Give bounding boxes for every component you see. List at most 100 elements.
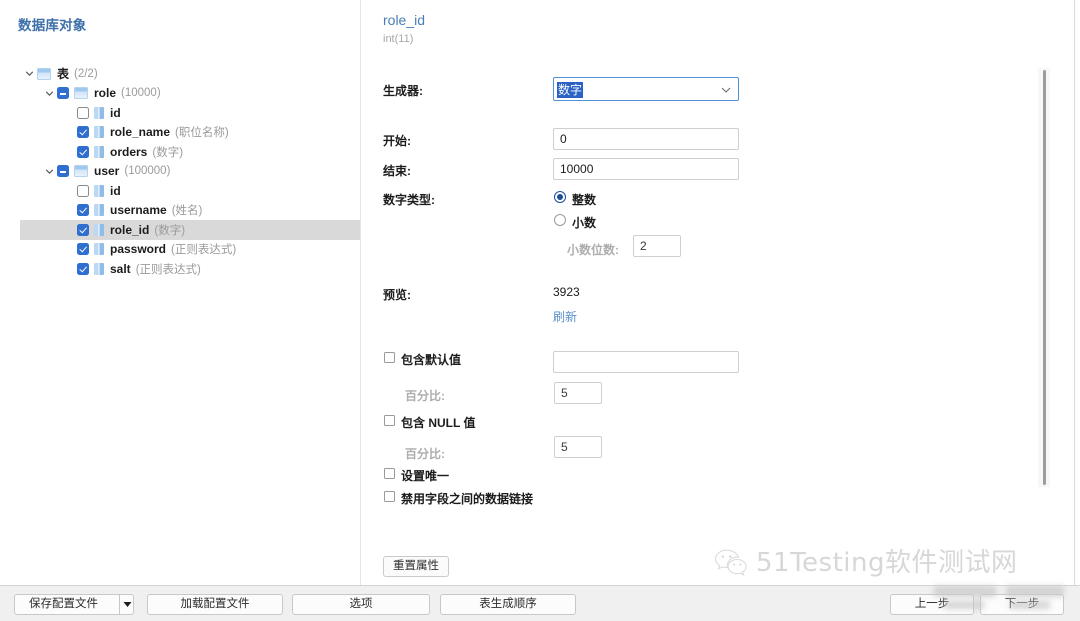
tree-node-label: role_id — [110, 223, 149, 237]
table-icon — [74, 87, 88, 99]
tree-checkbox-role[interactable] — [57, 87, 69, 99]
tree-node-orders[interactable]: orders (数字) — [0, 142, 360, 162]
bottom-toolbar: 保存配置文件 加载配置文件 选项 表生成顺序 上一步 下一步 — [0, 585, 1080, 621]
default-percent-input[interactable] — [554, 382, 602, 404]
default-percent-label: 百分比: — [405, 387, 445, 404]
tree-node-label: salt — [110, 262, 131, 276]
column-icon — [94, 204, 104, 216]
tree-checkbox-password[interactable] — [77, 243, 89, 255]
column-icon — [94, 243, 104, 255]
null-percent-input[interactable] — [554, 436, 602, 458]
tree-node-meta: (姓名) — [172, 202, 203, 218]
tree-checkbox-username[interactable] — [77, 204, 89, 216]
tree-checkbox-role_name[interactable] — [77, 126, 89, 138]
next-step-button[interactable]: 下一步 — [980, 594, 1064, 615]
tree-node-meta: (正则表达式) — [171, 241, 236, 257]
column-icon — [94, 185, 104, 197]
save-config-button[interactable]: 保存配置文件 — [14, 594, 134, 615]
tree-node-meta: (10000) — [121, 87, 161, 99]
column-icon — [94, 146, 104, 158]
column-icon — [94, 224, 104, 236]
radio-integer-label: 整数 — [572, 191, 596, 208]
tree-node-user[interactable]: user (100000) — [0, 162, 360, 182]
tree-node-id[interactable]: id — [0, 181, 360, 201]
generator-label: 生成器: — [383, 82, 423, 99]
tree-node-password[interactable]: password (正则表达式) — [0, 240, 360, 260]
refresh-link[interactable]: 刷新 — [553, 308, 577, 325]
tree-node-表[interactable]: 表 (2/2) — [0, 64, 360, 84]
decimal-places-input[interactable] — [633, 235, 681, 257]
generator-select[interactable]: 数字 — [553, 77, 739, 101]
tree-node-meta: (100000) — [124, 165, 170, 177]
chevron-down-icon[interactable] — [42, 167, 57, 176]
include-null-checkbox[interactable] — [384, 415, 395, 426]
field-type-subheading: int(11) — [383, 33, 413, 45]
tree-node-meta: (数字) — [154, 222, 185, 238]
sql-data-generator-window: 数据库对象 表(2/2)role(10000)idrole_name(职位名称)… — [0, 0, 1080, 621]
tree-node-label: orders — [110, 145, 147, 159]
tree-node-meta: (2/2) — [74, 68, 98, 80]
tree-checkbox-orders[interactable] — [77, 146, 89, 158]
chevron-down-icon[interactable] — [22, 69, 37, 78]
include-null-label: 包含 NULL 值 — [401, 414, 475, 431]
tree-checkbox-role_id[interactable] — [77, 224, 89, 236]
database-object-tree[interactable]: 表(2/2)role(10000)idrole_name(职位名称)orders… — [0, 64, 360, 279]
radio-decimal-label: 小数 — [572, 214, 596, 231]
field-name-heading: role_id — [383, 12, 425, 28]
tree-node-role_name[interactable]: role_name (职位名称) — [0, 123, 360, 143]
tree-node-username[interactable]: username(姓名) — [0, 201, 360, 221]
chevron-down-icon[interactable] — [42, 89, 57, 98]
column-icon — [94, 107, 104, 119]
table-generation-order-button[interactable]: 表生成顺序 — [440, 594, 576, 615]
tree-node-meta: (数字) — [152, 144, 183, 160]
tree-node-label: id — [110, 184, 121, 198]
tree-checkbox-salt[interactable] — [77, 263, 89, 275]
set-unique-checkbox[interactable] — [384, 468, 395, 479]
column-icon — [94, 126, 104, 138]
radio-integer[interactable] — [554, 191, 566, 203]
tree-node-role[interactable]: role (10000) — [0, 84, 360, 104]
preview-value: 3923 — [553, 285, 580, 299]
tree-node-label: password — [110, 242, 166, 256]
load-config-button[interactable]: 加载配置文件 — [147, 594, 283, 615]
include-default-checkbox[interactable] — [384, 352, 395, 363]
options-button[interactable]: 选项 — [292, 594, 430, 615]
tree-node-label: user — [94, 164, 119, 178]
start-label: 开始: — [383, 132, 411, 149]
tree-node-meta: (职位名称) — [175, 124, 229, 140]
table-icon — [74, 165, 88, 177]
decimal-places-label: 小数位数: — [567, 241, 619, 258]
caret-down-icon — [123, 601, 132, 608]
include-default-label: 包含默认值 — [401, 351, 461, 368]
database-objects-panel: 数据库对象 表(2/2)role(10000)idrole_name(职位名称)… — [0, 0, 360, 585]
tree-checkbox-id[interactable] — [77, 107, 89, 119]
form-scrollbar-thumb[interactable] — [1043, 70, 1046, 485]
disable-field-link-label: 禁用字段之间的数据链接 — [401, 490, 533, 507]
start-input[interactable] — [553, 128, 739, 150]
table-group-icon — [37, 68, 51, 80]
tree-node-meta: (正则表达式) — [136, 261, 201, 277]
tree-node-label: 表 — [57, 65, 69, 82]
tree-node-label: id — [110, 106, 121, 120]
end-label: 结束: — [383, 162, 411, 179]
column-icon — [94, 263, 104, 275]
include-default-input[interactable] — [553, 351, 739, 373]
window-right-edge — [1074, 0, 1075, 585]
end-input[interactable] — [553, 158, 739, 180]
save-config-dropdown-arrow[interactable] — [119, 594, 135, 615]
set-unique-label: 设置唯一 — [401, 467, 449, 484]
radio-decimal[interactable] — [554, 214, 566, 226]
tree-node-id[interactable]: id — [0, 103, 360, 123]
tree-node-role_id[interactable]: role_id (数字) — [20, 220, 363, 240]
disable-field-link-checkbox[interactable] — [384, 491, 395, 502]
tree-node-label: role — [94, 86, 116, 100]
tree-checkbox-user[interactable] — [57, 165, 69, 177]
panel-title: 数据库对象 — [18, 14, 87, 34]
reset-properties-button[interactable]: 重置属性 — [383, 556, 449, 577]
generator-selected-value: 数字 — [557, 82, 583, 98]
previous-step-button[interactable]: 上一步 — [890, 594, 974, 615]
tree-node-salt[interactable]: salt (正则表达式) — [0, 259, 360, 279]
tree-checkbox-id[interactable] — [77, 185, 89, 197]
field-properties-panel: role_id int(11) 生成器: 数字 开始: 结束: 数字类型: 整数… — [361, 0, 1080, 585]
tree-node-label: role_name — [110, 125, 170, 139]
